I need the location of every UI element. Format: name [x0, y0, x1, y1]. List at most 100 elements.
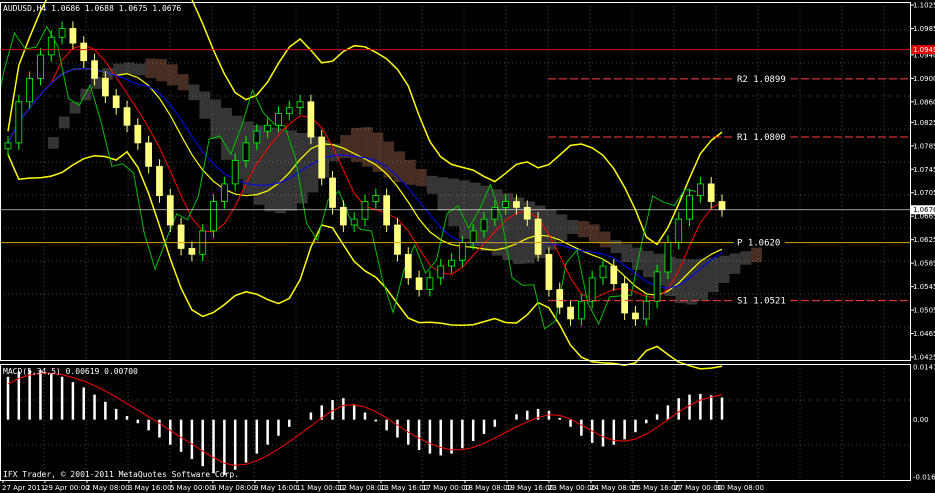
macd-tick-label: 0.00 [913, 416, 929, 424]
time-tick-label: 17 May 00:00 [422, 484, 470, 492]
cloud-segment [167, 64, 178, 86]
cloud-segment [394, 151, 405, 182]
time-tick-label: 23 May 00:00 [548, 484, 596, 492]
candle-body [112, 95, 120, 109]
candle-body [491, 206, 499, 220]
candle-body [26, 77, 34, 103]
chart-window[interactable]: R2 1.0899 R1 1.0800 P 1.0620 S1 1.0521 1.10… [0, 0, 935, 493]
candle-body [632, 312, 639, 320]
price-tick-label: 1.0585 [913, 260, 935, 268]
candle-body [80, 42, 88, 62]
candle-body [675, 218, 683, 243]
candle-body [275, 113, 282, 126]
price-tick-label: 1.0545 [913, 283, 935, 291]
time-tick-label: 30 May 08:00 [716, 484, 764, 492]
cloud-segment [134, 63, 146, 76]
candle-body [523, 206, 531, 220]
price-tick-label: 1.0785 [913, 142, 935, 150]
candle-body [231, 160, 239, 185]
candle-body [242, 142, 250, 161]
time-tick-label: 12 May 08:00 [338, 484, 386, 492]
cloud-segment [48, 137, 59, 149]
candle-body [372, 195, 380, 202]
candle-body [642, 300, 650, 320]
candle-body [145, 142, 153, 167]
cloud-segment [567, 219, 579, 235]
time-tick-label: 13 May 16:00 [380, 484, 428, 492]
cloud-segment [718, 255, 730, 284]
candle-body [513, 201, 520, 208]
candle-body [329, 177, 336, 208]
candle-body [394, 224, 401, 255]
cloud-segment [437, 177, 449, 211]
pivot-label-p: P 1.0620 [737, 239, 780, 249]
price-tick-label: 1.0900 [913, 75, 935, 83]
price-tick-label: 1.0825 [913, 119, 935, 127]
cloud-segment [199, 91, 211, 119]
candle-body [210, 201, 217, 232]
candle-body [718, 201, 726, 211]
cloud-segment [69, 101, 81, 114]
cloud-segment [729, 253, 741, 274]
symbol-header: AUDUSD,H4 1.0686 1.0688 1.0675 1.0676 [3, 4, 181, 13]
cloud-segment [296, 132, 308, 204]
cloud-segment [210, 99, 222, 139]
time-tick-label: 5 May 00:00 [170, 484, 214, 492]
pivot-label-s1: S1 1.0521 [737, 297, 786, 307]
cloud-segment [80, 88, 92, 101]
cloud-segment [415, 168, 427, 187]
cloud-segment [58, 116, 70, 129]
macd-tick-label: -0.01604 [913, 474, 935, 482]
candle-body [534, 218, 542, 255]
cloud-segment [91, 77, 103, 89]
candle-body [361, 201, 369, 220]
cloud-segment [621, 243, 633, 263]
time-tick-label: 29 Apr 00:00 [44, 484, 90, 492]
candle-body [469, 230, 477, 244]
candle-body [502, 201, 510, 208]
candle-body [264, 124, 272, 132]
candle-body [166, 195, 174, 226]
cloud-segment [264, 127, 276, 212]
candle-body [350, 218, 358, 226]
candle-body [621, 283, 629, 314]
cloud-segment [307, 136, 319, 193]
candle-body [480, 218, 488, 232]
candle-body [610, 265, 618, 285]
candle-body [686, 195, 693, 220]
cloud-segment [578, 221, 589, 238]
candle-body [69, 28, 77, 44]
time-tick-label: 25 May 16:00 [632, 484, 680, 492]
price-tick-label: 1.0860 [913, 98, 935, 106]
pivot-label-r2: R2 1.0899 [737, 75, 786, 85]
time-tick-label: 11 May 00:00 [296, 484, 344, 492]
time-tick-label: 19 May 16:00 [506, 484, 554, 492]
candle-body [91, 60, 98, 79]
candle-body [404, 253, 412, 279]
cloud-segment [426, 175, 438, 194]
candle-body [707, 183, 715, 202]
cloud-segment [188, 84, 200, 101]
price-tick-label: 1.1025 [913, 2, 935, 10]
candle-body [588, 277, 596, 302]
cloud-segment [145, 58, 157, 79]
cloud-segment [123, 62, 135, 75]
cloud-segment [707, 257, 719, 293]
indicator-lines [0, 0, 723, 370]
candle-body [156, 165, 163, 197]
price-chart[interactable]: R2 1.0899 R1 1.0800 P 1.0620 S1 1.0521 1.10… [0, 0, 935, 493]
cloud-segment [221, 107, 232, 160]
price-tick-label: 1.0425 [913, 354, 935, 362]
cloud-segment [275, 128, 286, 214]
time-tick-label: 9 May 16:00 [254, 484, 298, 492]
time-tick-label: 24 May 08:00 [590, 484, 638, 492]
cloud-segment [448, 178, 460, 227]
cloud-segment [405, 159, 416, 185]
cloud-segment [632, 247, 643, 270]
time-tick-label: 27 May 00:00 [674, 484, 722, 492]
candle-body [437, 265, 445, 279]
price-tick-label: 1.0505 [913, 307, 935, 315]
candle-body [58, 28, 66, 38]
candle-body [545, 253, 553, 290]
pivot-levels: R2 1.0899 R1 1.0800 P 1.0620 S1 1.0521 [0, 49, 911, 307]
